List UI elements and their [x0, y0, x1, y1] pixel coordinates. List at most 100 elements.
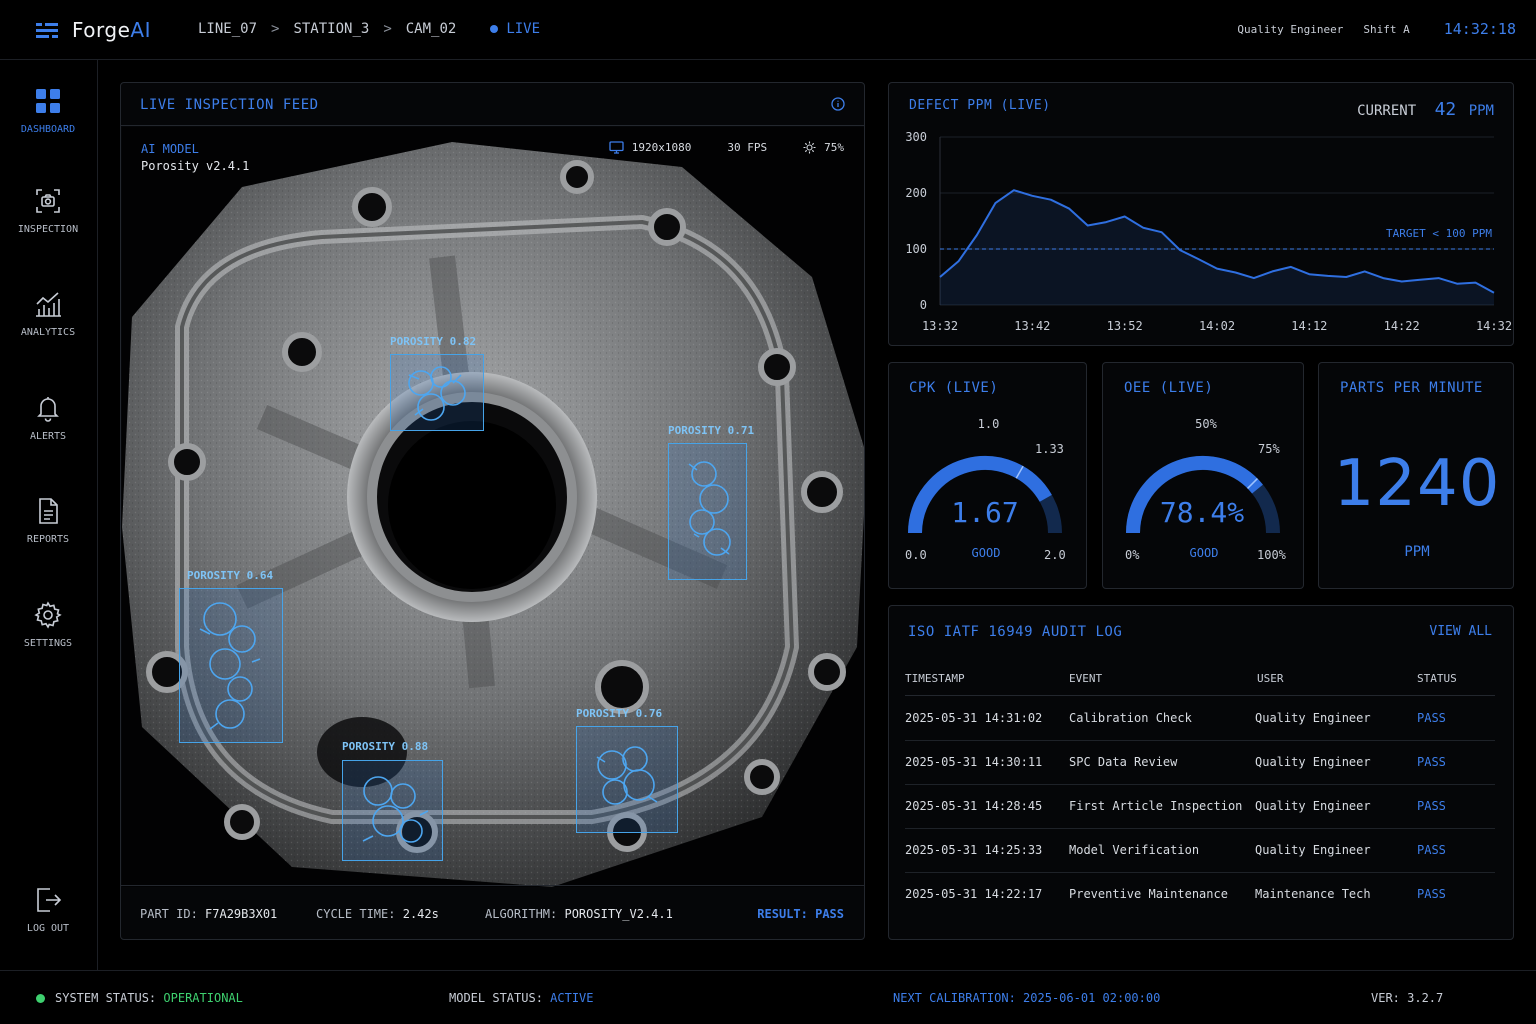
cell-timestamp: 2025-05-31 14:22:17: [905, 887, 1043, 901]
ai-model-info: AI MODEL Porosity v2.4.1: [141, 141, 249, 175]
cell-timestamp: 2025-05-31 14:25:33: [905, 843, 1043, 857]
view-all-link[interactable]: VIEW ALL: [1429, 624, 1492, 639]
table-row[interactable]: 2025-05-31 14:31:02 Calibration Check Qu…: [905, 697, 1495, 741]
camera-feed-image[interactable]: AI MODEL Porosity v2.4.1 1920x1080 30 FP…: [122, 127, 864, 887]
defect-ppm-chart: 300 200 100 0 13:32 13:42 13:52 14:02 14:12 14:22…: [905, 130, 1512, 333]
y-tick-label: 200: [905, 186, 927, 200]
y-tick-label: 300: [905, 130, 927, 144]
sidebar-item-inspection[interactable]: INSPECTION: [0, 186, 96, 235]
cell-event: SPC Data Review: [1069, 755, 1178, 769]
cell-user: Maintenance Tech: [1255, 887, 1371, 901]
algorithm: ALGORITHM: POROSITY_V2.4.1: [485, 907, 673, 921]
y-tick-label: 0: [920, 298, 927, 312]
sidebar-item-dashboard[interactable]: DASHBOARD: [0, 86, 96, 135]
cell-event: Calibration Check: [1069, 711, 1192, 725]
feed-footer: PART ID: F7A29B3X01 CYCLE TIME: 2.42s AL…: [121, 885, 864, 939]
cycle-time: CYCLE TIME: 2.42s: [316, 907, 439, 921]
table-row[interactable]: 2025-05-31 14:22:17 Preventive Maintenan…: [905, 873, 1495, 917]
inspection-result: RESULT: PASS: [757, 907, 844, 921]
monitor-icon: [609, 141, 624, 154]
cell-status: PASS: [1417, 843, 1446, 857]
x-tick-label: 13:42: [1014, 319, 1050, 333]
porosity-defect-icon: [199, 602, 261, 730]
cell-timestamp: 2025-05-31 14:30:11: [905, 755, 1043, 769]
sidebar-item-settings[interactable]: SETTINGS: [0, 600, 96, 649]
cell-user: Quality Engineer: [1255, 711, 1371, 725]
logout-button[interactable]: LOG OUT: [0, 885, 96, 934]
crumb-station[interactable]: STATION_3: [293, 21, 369, 37]
version: VER: 3.2.7: [1371, 991, 1444, 1005]
oee-max-label: 100%: [1257, 548, 1286, 562]
cell-event: Model Verification: [1069, 843, 1200, 857]
status-bar: SYSTEM STATUS: OPERATIONAL MODEL STATUS:…: [0, 970, 1536, 1024]
table-row[interactable]: 2025-05-31 14:30:11 SPC Data Review Qual…: [905, 741, 1495, 785]
sidebar-item-analytics[interactable]: ANALYTICS: [0, 289, 96, 338]
detection-box[interactable]: [390, 354, 484, 431]
x-tick-label: 14:12: [1291, 319, 1327, 333]
defect-ppm-panel: DEFECT PPM (LIVE) CURRENT 42 PPM 300 200 1…: [888, 82, 1514, 346]
cpk-value: 1.67: [951, 496, 1019, 529]
clock: 14:32:18: [1443, 20, 1516, 38]
cell-user: Quality Engineer: [1255, 755, 1371, 769]
chart-icon: [36, 292, 61, 317]
oee-panel: OEE (LIVE) 50% 75% 78.4% GOOD 0% 100%: [1102, 362, 1304, 589]
series-area: [940, 190, 1494, 305]
cpk-max-label: 2.0: [1044, 548, 1066, 562]
status-dot-icon: [36, 994, 45, 1003]
brightness-icon: [803, 141, 816, 154]
document-icon: [39, 498, 58, 524]
parts-value: 1240: [1333, 447, 1501, 521]
app-logo[interactable]: ForgeAI: [34, 17, 151, 43]
table-row[interactable]: 2025-05-31 14:25:33 Model Verification Q…: [905, 829, 1495, 873]
feed-header: LIVE INSPECTION FEED: [121, 83, 864, 126]
y-tick-label: 100: [905, 242, 927, 256]
table-row[interactable]: 2025-05-31 14:28:45 First Article Inspec…: [905, 785, 1495, 829]
detection-box[interactable]: [179, 588, 283, 743]
sidebar-item-reports[interactable]: REPORTS: [0, 496, 96, 545]
sidebar-item-label: INSPECTION: [17, 224, 79, 235]
detection-box[interactable]: [576, 726, 678, 833]
audit-title: ISO IATF 16949 AUDIT LOG: [908, 624, 1123, 640]
top-bar: ForgeAI LINE_07 > STATION_3 > CAM_02 LIV…: [0, 0, 1536, 60]
cell-event: First Article Inspection: [1069, 799, 1243, 813]
gear-icon: [34, 601, 62, 629]
crumb-camera[interactable]: CAM_02: [406, 21, 457, 37]
x-tick-label: 13:52: [1107, 319, 1143, 333]
user-role: Quality Engineer: [1237, 22, 1344, 36]
detection-label: POROSITY 0.64: [187, 569, 274, 582]
detection-box[interactable]: [668, 443, 747, 580]
resolution-info: 1920x1080: [609, 141, 691, 154]
sidebar: DASHBOARD INSPECTION ANALYTICS ALERTS RE…: [0, 60, 98, 970]
cell-user: Quality Engineer: [1255, 799, 1371, 813]
oee-threshold-label: 75%: [1258, 442, 1280, 456]
detection-label: POROSITY 0.88: [342, 740, 429, 753]
sidebar-item-alerts[interactable]: ALERTS: [0, 393, 96, 442]
cell-timestamp: 2025-05-31 14:28:45: [905, 799, 1043, 813]
breadcrumb: LINE_07 > STATION_3 > CAM_02 LIVE: [198, 21, 540, 37]
live-indicator: LIVE: [490, 21, 540, 37]
info-icon[interactable]: [831, 97, 845, 111]
chevron-right-icon: >: [383, 21, 392, 37]
logout-icon: [37, 888, 62, 912]
target-label: TARGET < 100 PPM: [1386, 227, 1492, 240]
inspection-feed-panel: LIVE INSPECTION FEED AI MODEL Porosity v…: [120, 82, 865, 940]
camera-scan-icon: [36, 189, 60, 213]
crumb-line[interactable]: LINE_07: [198, 21, 257, 37]
part-id: PART ID: F7A29B3X01: [140, 907, 278, 921]
sidebar-item-label: DASHBOARD: [20, 124, 76, 135]
parts-title: PARTS PER MINUTE: [1340, 380, 1483, 396]
porosity-defect-icon: [688, 461, 731, 556]
column-header: USER: [1257, 672, 1284, 685]
cpk-min-label: 0.0: [905, 548, 927, 562]
cpk-panel: CPK (LIVE) 1.0 1.33 1.67 GOOD 0.0 2.0: [888, 362, 1087, 589]
detection-label: POROSITY 0.76: [576, 707, 663, 720]
cell-status: PASS: [1417, 887, 1446, 901]
cell-status: PASS: [1417, 711, 1446, 725]
oee-mid-label: 50%: [1195, 417, 1217, 431]
cell-status: PASS: [1417, 755, 1446, 769]
bell-icon: [37, 397, 59, 422]
casting-part-image: [122, 142, 864, 887]
cell-user: Quality Engineer: [1255, 843, 1371, 857]
detection-box[interactable]: [342, 760, 443, 861]
sidebar-item-label: ALERTS: [29, 431, 67, 442]
